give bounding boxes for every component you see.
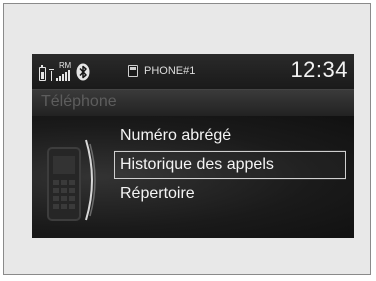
roam-indicator: RM bbox=[59, 61, 71, 70]
clock: 12:34 bbox=[290, 57, 348, 82]
audio-display-screen: RM PHONE#1 12:34 Téléphone Numéro abrégé… bbox=[32, 54, 354, 238]
menu-item-phonebook[interactable]: Répertoire bbox=[114, 180, 346, 208]
menu-item-speed-dial[interactable]: Numéro abrégé bbox=[114, 122, 346, 150]
status-icons: RM bbox=[39, 60, 90, 84]
phone-name: PHONE#1 bbox=[144, 65, 196, 77]
status-bar: RM PHONE#1 12:34 bbox=[32, 54, 354, 90]
phone-label: PHONE#1 bbox=[128, 65, 195, 77]
figure-frame: RM PHONE#1 12:34 Téléphone Numéro abrégé… bbox=[3, 3, 371, 275]
menu-item-call-history[interactable]: Historique des appels bbox=[114, 151, 346, 179]
title-bar: Téléphone bbox=[32, 90, 354, 116]
mobile-phone-icon bbox=[47, 139, 96, 221]
page-title: Téléphone bbox=[41, 93, 117, 110]
phone-device-icon bbox=[128, 65, 138, 77]
menu-area: Numéro abrégé Historique des appels Répe… bbox=[32, 116, 354, 238]
bluetooth-icon bbox=[76, 63, 90, 81]
signal-strength-icon: RM bbox=[49, 61, 73, 84]
battery-icon bbox=[39, 65, 46, 81]
